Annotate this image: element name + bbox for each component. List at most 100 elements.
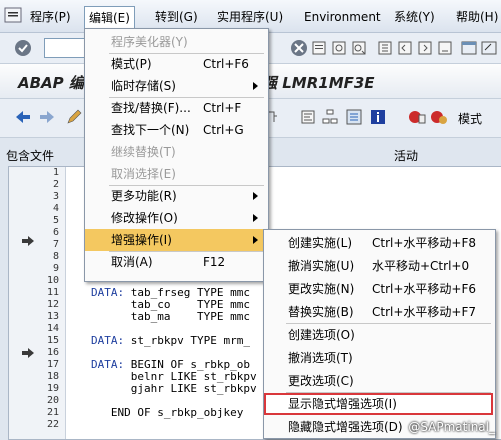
menu-item-label: 替换实施(B) [288,305,354,319]
enhancement-menu-item[interactable]: 创建实施(L) Ctrl+水平移动+F8 [264,232,493,254]
enhancement-menu-item[interactable]: 创建选项(O) [264,324,493,346]
code-text: gjahr LIKE st_rbkpv [91,382,257,395]
external-breakpoint-icon[interactable] [430,109,448,125]
line-number: 17 [46,359,59,370]
new-session-icon[interactable] [460,39,478,57]
current-line-arrow-icon [22,236,34,246]
set-breakpoint-icon[interactable] [408,109,426,125]
menu-item-label: 更改实施(N) [288,282,355,296]
menu-item-shortcut: 水平移动+Ctrl+0 [372,259,470,273]
include-label: 包含文件 [6,149,55,163]
line-number: 2 [52,179,59,190]
line-number: 12 [46,299,59,310]
edit-menu-item[interactable]: 取消(A) F12 [85,251,266,273]
cancel-icon[interactable] [290,39,308,57]
tree-icon[interactable] [346,109,362,125]
enhancement-menu-item[interactable]: 撤消选项(T) [264,347,493,369]
edit-pencil-icon[interactable] [66,109,82,125]
menu-item-shortcut: Ctrl+水平移动+F6 [372,282,476,296]
sap-window-icon[interactable] [4,6,22,24]
menu-item-shortcut: Ctrl+水平移动+F8 [372,236,476,250]
line-number: 1 [52,167,59,178]
edit-menu-item: 继续替换(T) [85,141,266,163]
enhancement-menu-item[interactable]: 更改实施(N) Ctrl+水平移动+F6 [264,278,493,300]
menu-utilities[interactable]: 实用程序(U) [213,8,287,26]
menu-item-label: 临时存储(S) [111,79,176,93]
pattern-button[interactable]: 模式 [458,110,482,127]
enhancement-menu-item[interactable]: 替换实施(B) Ctrl+水平移动+F7 [264,301,493,323]
edit-menu-item[interactable]: 模式(P) Ctrl+F6 [85,53,266,75]
find-next-icon[interactable] [350,39,368,57]
pretty-printer-icon[interactable] [300,109,316,125]
page-title-left: ABAP 编 [18,74,84,92]
menu-item-label: 取消(A) [111,255,153,269]
menu-item-label: 修改操作(O) [111,211,178,225]
menu-item-label: 模式(P) [111,57,152,71]
current-line-arrow-icon [22,348,34,358]
prev-page-icon[interactable] [396,39,414,57]
line-number: 19 [46,383,59,394]
line-number: 3 [52,191,59,202]
hierarchy-icon[interactable] [322,109,338,125]
forward-arrow-icon[interactable] [38,109,56,125]
last-page-icon[interactable] [436,39,454,57]
menu-help[interactable]: 帮助(H) [452,8,501,26]
edit-menu-dropdown: 程序美化器(Y) 模式(P) Ctrl+F6 临时存储(S) 查找/替换(F)... Ct… [84,28,269,282]
menu-item-label: 程序美化器(Y) [111,35,188,49]
code-line: DATA: st_rbkpv TYPE mrm_ [91,335,250,347]
page-title-right: 强 LMR1MF3E [262,74,375,92]
editor-gutter: 1 2 3 4 5 6 7 8 9 10 11 12 13 14 15 16 17 18 19 20 21 22 [9,167,66,439]
menu-environment[interactable]: Environment [300,8,385,26]
back-arrow-icon[interactable] [14,109,32,125]
enhancement-menu-item[interactable]: 更改选项(C) [264,370,493,392]
menu-item-label: 继续替换(T) [111,145,176,159]
menu-item-label: 创建选项(O) [288,328,355,342]
watermark: @SAPmatinal_ [408,420,495,434]
line-number: 8 [52,251,59,262]
line-number: 18 [46,371,59,382]
edit-menu-item: 程序美化器(Y) [85,31,266,53]
menu-item-shortcut: Ctrl+F6 [203,57,249,71]
edit-menu-item[interactable]: 查找/替换(F)... Ctrl+F [85,97,266,119]
menu-goto[interactable]: 转到(G) [151,8,202,26]
find-icon[interactable] [330,39,348,57]
edit-menu-item[interactable]: 查找下一个(N) Ctrl+G [85,119,266,141]
menu-item-shortcut: F12 [203,255,226,269]
line-number: 11 [46,287,59,298]
command-field[interactable] [44,38,86,58]
menu-item-shortcut: Ctrl+水平移动+F7 [372,305,476,319]
edit-menu-item[interactable]: 修改操作(O) [85,207,266,229]
edit-menu-item[interactable]: 临时存储(S) [85,75,266,97]
shortcut-icon[interactable] [480,39,498,57]
line-number: 4 [52,203,59,214]
code-keyword: DATA: [91,334,125,347]
code-line: END OF s_rbkp_objkey [91,407,243,419]
menu-system[interactable]: 系统(Y) [390,8,439,26]
active-status: 活动 [394,149,419,163]
menu-program[interactable]: 程序(P) [26,8,75,26]
menu-item-shortcut: Ctrl+G [203,123,244,137]
submenu-arrow-icon [253,192,258,200]
edit-menu-item[interactable]: 更多功能(R) [85,185,266,207]
menu-item-label: 撤消选项(T) [288,351,353,365]
enhancement-submenu: 创建实施(L) Ctrl+水平移动+F8 撤消实施(U) 水平移动+Ctrl+0 更改实… [263,229,496,439]
first-page-icon[interactable] [376,39,394,57]
edit-menu-item: 取消选择(E) [85,163,266,185]
edit-menu-item[interactable]: 增强操作(I) [85,229,266,251]
code-text: st_rbkpv TYPE mrm_ [124,334,250,347]
menu-item-label: 取消选择(E) [111,167,176,181]
code-line: tab_ma TYPE mmc [91,311,250,323]
line-number: 22 [46,419,59,430]
enhancement-menu-item[interactable]: 显示隐式增强选项(I) [264,393,493,415]
confirm-icon[interactable] [14,39,32,57]
print-icon[interactable] [310,39,328,57]
menu-item-label: 隐藏隐式增强选项(D) [288,420,403,434]
menu-edit[interactable]: 编辑(E) [84,6,135,29]
line-number: 14 [46,323,59,334]
code-text: END OF s_rbkp_objkey [91,406,244,419]
menu-item-label: 更多功能(R) [111,189,177,203]
line-numbers: 1 2 3 4 5 6 7 8 9 10 11 12 13 14 15 16 17 18 19 20 21 22 [9,167,59,431]
info-icon[interactable] [370,109,386,125]
next-page-icon[interactable] [416,39,434,57]
enhancement-menu-item[interactable]: 撤消实施(U) 水平移动+Ctrl+0 [264,255,493,277]
